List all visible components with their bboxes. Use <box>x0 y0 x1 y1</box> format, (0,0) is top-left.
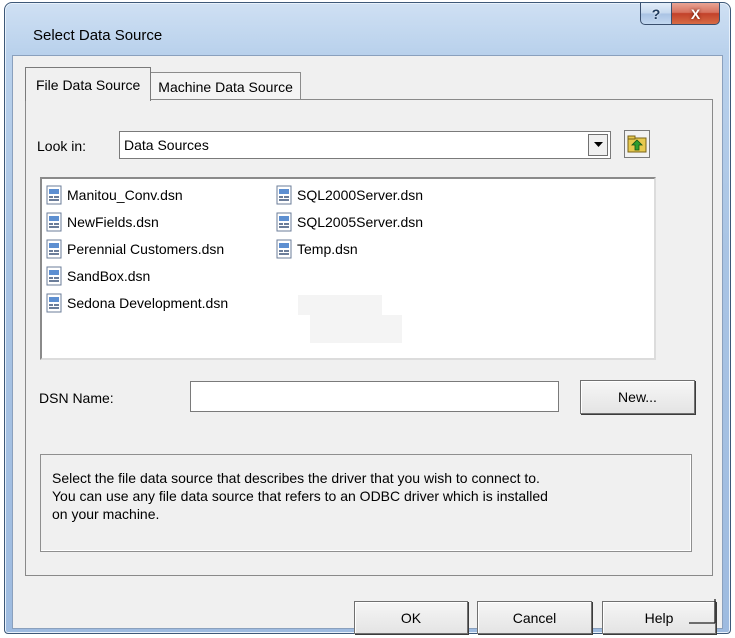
close-button[interactable]: X <box>672 3 720 25</box>
folder-up-icon <box>627 135 647 153</box>
list-item[interactable]: Perennial Customers.dsn <box>44 235 228 262</box>
folder-up-button[interactable] <box>624 130 650 158</box>
dsn-file-icon <box>46 266 62 285</box>
list-item[interactable]: SQL2005Server.dsn <box>274 208 423 235</box>
new-button[interactable]: New... <box>580 380 695 414</box>
dsn-file-icon <box>46 293 62 312</box>
file-name: SQL2005Server.dsn <box>297 213 424 230</box>
dsn-file-icon <box>46 239 62 258</box>
list-item[interactable]: Temp.dsn <box>274 235 423 262</box>
look-in-label: Look in: <box>37 138 87 154</box>
title-bar[interactable]: Select Data Source ? X <box>5 3 730 55</box>
file-column-1: Manitou_Conv.dsn NewFields.dsn Perennial… <box>44 181 228 316</box>
description-line: Select the file data source that describ… <box>52 470 540 486</box>
close-icon: X <box>690 5 701 22</box>
description-line: You can use any file data source that re… <box>52 488 548 504</box>
resize-gripper-icon[interactable] <box>687 597 721 627</box>
list-item[interactable]: NewFields.dsn <box>44 208 228 235</box>
tab-machine-data-source[interactable]: Machine Data Source <box>150 72 301 100</box>
dsn-file-icon <box>46 212 62 231</box>
tab-file-data-source[interactable]: File Data Source <box>25 67 152 101</box>
file-name: Sedona Development.dsn <box>67 294 229 311</box>
file-name: NewFields.dsn <box>67 213 159 230</box>
render-artifact <box>298 295 382 315</box>
question-mark-icon: ? <box>651 5 661 22</box>
file-name: Manitou_Conv.dsn <box>67 186 183 203</box>
file-name: Perennial Customers.dsn <box>67 240 225 257</box>
ok-button[interactable]: OK <box>354 601 468 634</box>
list-item[interactable]: Manitou_Conv.dsn <box>44 181 228 208</box>
file-data-source-panel: Look in: Data Sources Manitou_Conv.dsn N… <box>25 99 713 576</box>
file-name: Temp.dsn <box>297 240 358 257</box>
render-artifact <box>310 315 402 343</box>
list-item[interactable]: SandBox.dsn <box>44 262 228 289</box>
tab-label: Machine Data Source <box>158 78 293 95</box>
help-caption-button[interactable]: ? <box>640 3 672 25</box>
list-item[interactable]: Sedona Development.dsn <box>44 289 228 316</box>
dsn-file-icon <box>276 212 292 231</box>
tab-label: File Data Source <box>36 76 141 93</box>
file-column-2: SQL2000Server.dsn SQL2005Server.dsn Temp… <box>274 181 423 262</box>
look-in-dropdown[interactable]: Data Sources <box>119 131 611 159</box>
file-name: SQL2000Server.dsn <box>297 186 424 203</box>
caption-buttons: ? X <box>640 3 720 25</box>
chevron-down-icon[interactable] <box>588 134 608 156</box>
description-box: Select the file data source that describ… <box>40 454 692 552</box>
dsn-name-label: DSN Name: <box>39 390 114 406</box>
dialog-window: Select Data Source ? X File Data Source … <box>4 2 731 634</box>
file-name: SandBox.dsn <box>67 267 151 284</box>
cancel-button[interactable]: Cancel <box>477 601 592 634</box>
file-list[interactable]: Manitou_Conv.dsn NewFields.dsn Perennial… <box>40 177 656 360</box>
dsn-name-input[interactable] <box>190 381 559 412</box>
dsn-file-icon <box>276 239 292 258</box>
window-title: Select Data Source <box>33 27 163 44</box>
description-line: on your machine. <box>52 506 160 522</box>
dialog-client-area: File Data Source Machine Data Source Loo… <box>12 55 723 634</box>
look-in-value: Data Sources <box>124 137 209 153</box>
tab-strip: File Data Source Machine Data Source <box>25 66 301 101</box>
dsn-file-icon <box>46 185 62 204</box>
dsn-file-icon <box>276 185 292 204</box>
list-item[interactable]: SQL2000Server.dsn <box>274 181 423 208</box>
